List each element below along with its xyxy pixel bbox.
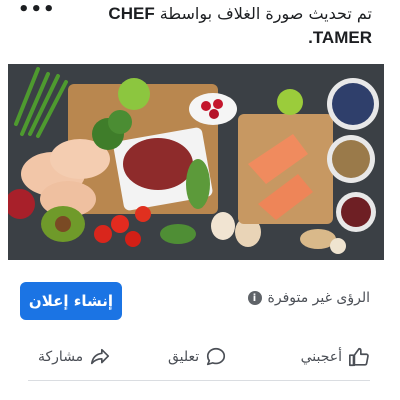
comment-button[interactable]: تعليق [168, 346, 227, 368]
share-arrow-icon [91, 348, 110, 365]
post-header: ••• تم تحديث صورة الغلاف بواسطة CHEF TAM… [0, 0, 400, 60]
ad-row: إنشاء إعلان الرؤى غير متوفرة i [0, 278, 400, 324]
more-options-icon[interactable]: ••• [18, 0, 56, 20]
info-icon[interactable]: i [247, 291, 262, 305]
create-ad-button[interactable]: إنشاء إعلان [20, 282, 122, 320]
share-label: مشاركة [38, 349, 84, 365]
cover-photo[interactable] [8, 64, 384, 260]
post-actions: أعجبني تعليق مشاركة [0, 340, 400, 376]
comment-bubble-icon [207, 347, 226, 366]
share-button[interactable]: مشاركة [38, 346, 111, 368]
post-text: تم تحديث صورة الغلاف بواسطة CHEF TAMER. [72, 2, 372, 50]
like-button[interactable]: أعجبني [301, 346, 370, 368]
insights-status: الرؤى غير متوفرة i [247, 290, 370, 306]
divider [28, 380, 370, 381]
like-label: أعجبني [300, 349, 342, 365]
insights-text: الرؤى غير متوفرة [267, 290, 370, 306]
post-text-arabic: تم تحديث صورة الغلاف بواسطة [159, 4, 372, 23]
thumbs-up-icon [349, 347, 369, 367]
food-photo-icon [8, 64, 384, 260]
comment-label: تعليق [168, 349, 200, 365]
